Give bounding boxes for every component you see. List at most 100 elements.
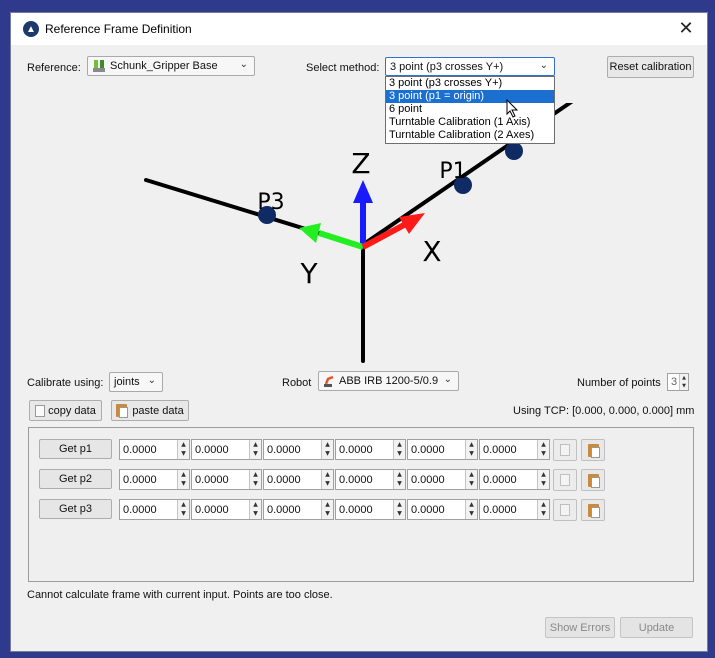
method-option[interactable]: 6 point [386, 103, 554, 116]
paste-row-button[interactable] [581, 469, 605, 491]
spin-arrows-icon[interactable]: ▲ ▼ [393, 440, 405, 459]
spin-arrows-icon[interactable]: ▲ ▼ [393, 500, 405, 519]
coord-input[interactable]: 0.0000 ▲ ▼ [191, 439, 262, 460]
spin-arrows-icon[interactable]: ▲ ▼ [465, 500, 477, 519]
coord-input[interactable]: 0.0000 ▲ ▼ [335, 499, 406, 520]
robot-select[interactable]: ABB IRB 1200-5/0.9 ⌄ [318, 371, 459, 391]
spin-arrows-icon[interactable]: ▲ ▼ [537, 470, 549, 489]
reference-label: Reference: [27, 62, 81, 74]
copy-row-button[interactable] [553, 499, 577, 521]
spin-arrows-icon[interactable]: ▲ ▼ [177, 440, 189, 459]
get-p1-button[interactable]: Get p1 [39, 439, 112, 459]
paste-icon [587, 443, 600, 458]
reference-frame-dialog: ▲ Reference Frame Definition ✕ Reference… [10, 12, 708, 652]
spin-arrows-icon[interactable]: ▲ ▼ [177, 470, 189, 489]
paste-data-button[interactable]: paste data [111, 400, 189, 421]
calibrate-select[interactable]: joints ⌄ [109, 372, 163, 392]
coord-input[interactable]: 0.0000 ▲ ▼ [119, 499, 190, 520]
coord-input[interactable]: 0.0000 ▲ ▼ [191, 499, 262, 520]
update-button[interactable]: Update [620, 617, 693, 638]
copy-data-label: copy data [48, 404, 96, 417]
coord-input[interactable]: 0.0000 ▲ ▼ [479, 469, 550, 490]
method-option[interactable]: 3 point (p3 crosses Y+) [386, 77, 554, 90]
title-bar: ▲ Reference Frame Definition ✕ [11, 13, 707, 45]
copy-icon [560, 504, 570, 516]
coord-input[interactable]: 0.0000 ▲ ▼ [335, 469, 406, 490]
mouse-cursor-icon [506, 99, 519, 118]
spin-arrows-icon[interactable]: ▲ ▼ [537, 440, 549, 459]
copy-row-button[interactable] [553, 469, 577, 491]
method-option[interactable]: Turntable Calibration (2 Axes) [386, 129, 554, 142]
get-p3-button[interactable]: Get p3 [39, 499, 112, 519]
coord-input[interactable]: 0.0000 ▲ ▼ [479, 439, 550, 460]
coord-input[interactable]: 0.0000 ▲ ▼ [263, 439, 334, 460]
coord-input[interactable]: 0.0000 ▲ ▼ [479, 499, 550, 520]
method-option-selected[interactable]: 3 point (p1 = origin) [386, 90, 554, 103]
method-select[interactable]: 3 point (p3 crosses Y+) ⌄ [385, 57, 555, 76]
number-of-points-spinbox[interactable]: 3 ▲ ▼ [667, 373, 689, 391]
calibrate-value: joints [114, 376, 140, 388]
number-of-points-value: 3 [671, 376, 678, 388]
spin-arrows-icon[interactable]: ▲ ▼ [537, 500, 549, 519]
number-of-points-label: Number of points [577, 377, 661, 389]
z-arrow-head [353, 180, 373, 203]
copy-icon [35, 404, 46, 417]
paste-icon [587, 473, 600, 488]
spin-arrows-icon[interactable]: ▲ ▼ [177, 500, 189, 519]
spin-arrows-icon[interactable]: ▲ ▼ [679, 374, 688, 390]
spin-arrows-icon[interactable]: ▲ ▼ [393, 470, 405, 489]
coord-value: 0.0000 [411, 473, 445, 486]
coord-value: 0.0000 [483, 473, 517, 486]
copy-data-button[interactable]: copy data [29, 400, 102, 421]
method-option[interactable]: Turntable Calibration (1 Axis) [386, 116, 554, 129]
coord-input[interactable]: 0.0000 ▲ ▼ [407, 499, 478, 520]
show-errors-button[interactable]: Show Errors [545, 617, 615, 638]
spin-arrows-icon[interactable]: ▲ ▼ [249, 440, 261, 459]
coord-input[interactable]: 0.0000 ▲ ▼ [407, 469, 478, 490]
tcp-info: Using TCP: [0.000, 0.000, 0.000] mm [513, 405, 695, 417]
robot-label: Robot [282, 377, 312, 389]
coord-input[interactable]: 0.0000 ▲ ▼ [335, 439, 406, 460]
reset-calibration-button[interactable]: Reset calibration [607, 56, 694, 78]
coord-value: 0.0000 [411, 503, 445, 516]
app-logo-icon: ▲ [23, 21, 39, 37]
paste-data-label: paste data [132, 404, 184, 417]
calibrate-label: Calibrate using: [27, 377, 104, 389]
paste-row-button[interactable] [581, 499, 605, 521]
coord-value: 0.0000 [195, 503, 229, 516]
method-dropdown-list[interactable]: 3 point (p3 crosses Y+) 3 point (p1 = or… [385, 76, 555, 144]
coord-input[interactable]: 0.0000 ▲ ▼ [263, 499, 334, 520]
coord-value: 0.0000 [483, 503, 517, 516]
coord-value: 0.0000 [267, 503, 301, 516]
coord-value: 0.0000 [195, 473, 229, 486]
coord-value: 0.0000 [411, 443, 445, 456]
copy-icon [560, 474, 570, 486]
coord-input[interactable]: 0.0000 ▲ ▼ [119, 439, 190, 460]
spin-arrows-icon[interactable]: ▲ ▼ [465, 440, 477, 459]
method-value: 3 point (p3 crosses Y+) [390, 60, 504, 73]
paste-row-button[interactable] [581, 439, 605, 461]
status-message: Cannot calculate frame with current inpu… [27, 589, 333, 601]
coord-input[interactable]: 0.0000 ▲ ▼ [191, 469, 262, 490]
coord-value: 0.0000 [267, 443, 301, 456]
coord-value: 0.0000 [267, 473, 301, 486]
spin-arrows-icon[interactable]: ▲ ▼ [321, 470, 333, 489]
chevron-down-icon: ⌄ [443, 374, 452, 385]
reference-value: Schunk_Gripper Base [110, 60, 218, 72]
reference-select[interactable]: Schunk_Gripper Base ⌄ [87, 56, 255, 76]
spin-arrows-icon[interactable]: ▲ ▼ [249, 470, 261, 489]
coord-input[interactable]: 0.0000 ▲ ▼ [119, 469, 190, 490]
spin-arrows-icon[interactable]: ▲ ▼ [321, 500, 333, 519]
chevron-down-icon: ⌄ [147, 375, 156, 386]
get-p2-button[interactable]: Get p2 [39, 469, 112, 489]
paste-icon [116, 404, 129, 418]
y-axis-arrow [318, 230, 364, 250]
spin-arrows-icon[interactable]: ▲ ▼ [249, 500, 261, 519]
copy-row-button[interactable] [553, 439, 577, 461]
spin-arrows-icon[interactable]: ▲ ▼ [321, 440, 333, 459]
spin-arrows-icon[interactable]: ▲ ▼ [465, 470, 477, 489]
close-icon[interactable]: ✕ [675, 18, 697, 40]
coord-input[interactable]: 0.0000 ▲ ▼ [263, 469, 334, 490]
coord-value: 0.0000 [483, 443, 517, 456]
coord-input[interactable]: 0.0000 ▲ ▼ [407, 439, 478, 460]
